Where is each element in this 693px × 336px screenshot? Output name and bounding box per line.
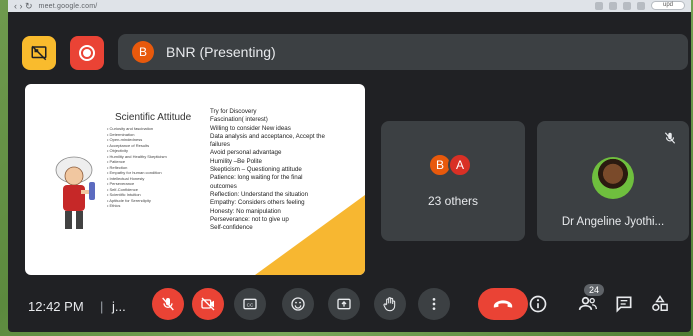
record-icon — [79, 45, 95, 61]
slide-decoration — [255, 195, 365, 275]
camera-off-icon — [201, 297, 215, 311]
mic-off-icon — [162, 297, 174, 311]
emoji-button[interactable] — [282, 288, 314, 320]
presenter-avatar: B — [132, 41, 154, 63]
slide-line: Try for Discovery — [210, 108, 257, 115]
slide-line: Patience: long waiting for the final — [210, 174, 303, 182]
others-count-label: 23 others — [427, 194, 479, 208]
activities-icon — [652, 295, 668, 311]
presenting-banner: B BNR (Presenting) — [118, 34, 688, 70]
browser-bar: ‹ › ↻ meet.google.com/ upd — [8, 0, 691, 12]
recording-button[interactable] — [70, 36, 104, 70]
slide-title: Scientific Attitude — [115, 112, 192, 123]
call-end-icon — [493, 300, 513, 308]
divider: | — [100, 299, 104, 314]
participant-name: Dr Angeline Jyothi... — [561, 216, 665, 228]
avatar: A — [448, 153, 472, 177]
mic-off-icon — [664, 132, 676, 144]
chat-button[interactable] — [614, 294, 634, 314]
slide-line: Willing to consider New ideas — [210, 124, 291, 132]
hand-icon — [383, 297, 396, 312]
svg-text:CC: CC — [247, 302, 254, 307]
back-forward-icon[interactable]: ‹ › ↻ — [14, 1, 33, 12]
avatar-stack: B A — [428, 153, 472, 177]
others-tile[interactable]: B A 23 others — [381, 121, 525, 241]
slide-line: Fascination( interest) — [210, 116, 268, 124]
captions-button[interactable]: CC — [234, 288, 266, 320]
update-button[interactable]: upd — [651, 1, 685, 10]
avatar — [592, 157, 634, 199]
layout-button[interactable] — [22, 36, 56, 70]
present-button[interactable] — [328, 288, 360, 320]
presenting-title: BNR (Presenting) — [166, 44, 276, 60]
meeting-details-button[interactable] — [528, 294, 548, 314]
activities-button[interactable] — [650, 294, 670, 314]
list-item: Ethics — [107, 203, 167, 209]
slide-bullet-list: Curiosity and fascination Determination … — [107, 126, 167, 209]
browser-extensions: upd — [595, 1, 685, 10]
more-options-button[interactable] — [418, 288, 450, 320]
extension-icon[interactable] — [595, 1, 603, 10]
layout-off-icon — [31, 45, 47, 61]
slide-line: Data analysis and acceptance, Accept the — [210, 132, 325, 140]
participant-tile[interactable]: Dr Angeline Jyothi... — [537, 121, 689, 241]
raise-hand-button[interactable] — [374, 288, 406, 320]
people-button[interactable] — [578, 294, 598, 314]
chat-icon — [616, 296, 632, 313]
einstein-cartoon-image — [55, 156, 95, 229]
address-bar[interactable]: meet.google.com/ — [39, 3, 98, 10]
info-icon — [529, 295, 547, 313]
slide-line: failures — [210, 141, 230, 149]
people-icon — [578, 296, 597, 310]
star-icon[interactable] — [609, 1, 617, 10]
captions-icon: CC — [243, 298, 257, 310]
mic-button[interactable] — [152, 288, 184, 320]
camera-button[interactable] — [192, 288, 224, 320]
meet-window: ‹ › ↻ meet.google.com/ upd B BNR (Presen… — [8, 0, 691, 332]
more-vert-icon — [432, 298, 436, 310]
clock: 12:42 PM — [28, 299, 84, 314]
emoji-icon — [291, 297, 305, 311]
leave-call-button[interactable] — [478, 288, 528, 320]
list-item: Empathy for human condition — [107, 170, 167, 176]
presentation-tile[interactable]: Scientific Attitude Curiosity and fascin… — [25, 84, 365, 275]
extension-icon[interactable] — [623, 1, 631, 10]
profile-icon[interactable] — [637, 1, 645, 10]
slide-line: outcomes — [210, 182, 237, 190]
control-bar: 12:42 PM | j... CC 24 — [8, 280, 691, 332]
slide-line: Humility –Be Polite — [210, 157, 262, 165]
meeting-code: j... — [112, 299, 126, 314]
slide-line: Skepticism – Questioning attitude — [210, 166, 302, 174]
slide-line: Avoid personal advantage — [210, 149, 282, 157]
present-icon — [337, 298, 351, 310]
